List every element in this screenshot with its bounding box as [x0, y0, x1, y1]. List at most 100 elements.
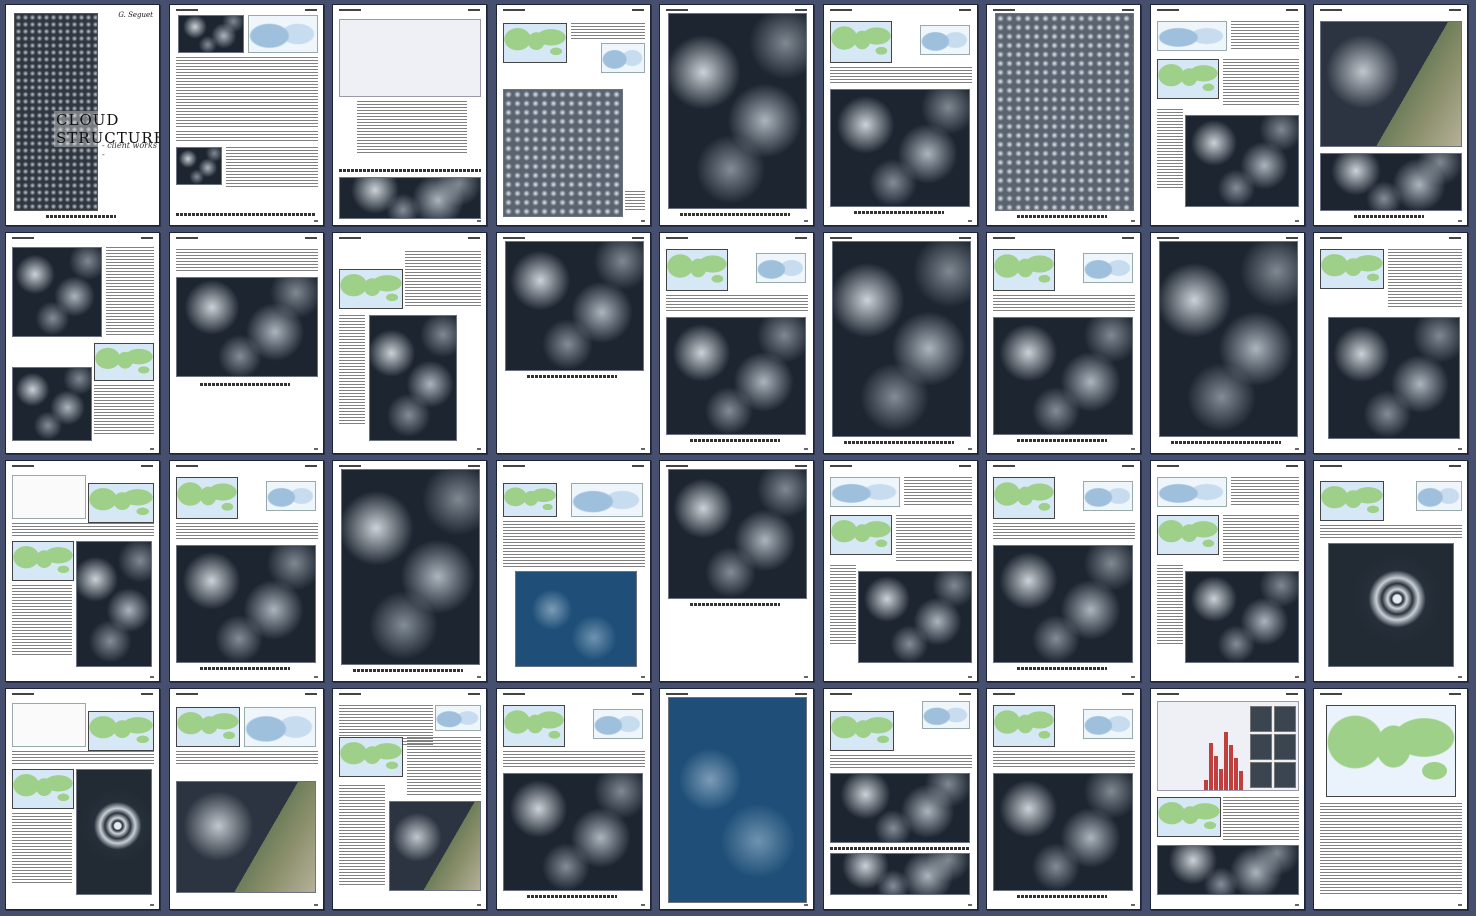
page-thumbnail-30[interactable]: [332, 688, 487, 910]
collage-thumb: [1274, 734, 1296, 760]
page-header: [339, 9, 480, 13]
header-left-mark: [993, 693, 1015, 695]
header-right-mark: [795, 237, 807, 239]
schematic-diagram: [244, 707, 316, 747]
world-map: [1157, 797, 1221, 837]
header-left-mark: [993, 465, 1015, 467]
header-right-mark: [1286, 465, 1298, 467]
body-text: [830, 755, 972, 769]
header-right-mark: [468, 237, 480, 239]
page-header: [503, 465, 644, 469]
page-thumbnail-34[interactable]: [986, 688, 1141, 910]
page-thumbnail-10[interactable]: [5, 232, 160, 454]
header-left-mark: [503, 693, 525, 695]
body-text: [1388, 249, 1462, 309]
page-number-mark: [804, 448, 808, 450]
page-thumbnail-29[interactable]: [169, 688, 324, 910]
cloud-image: [389, 801, 481, 891]
page-thumbnail-18[interactable]: [1313, 232, 1468, 454]
page-number-mark: [314, 220, 318, 222]
body-text: [1223, 797, 1299, 841]
schematic-diagram: [1083, 481, 1133, 511]
page-thumbnail-16[interactable]: [986, 232, 1141, 454]
cloud-image: [1185, 115, 1299, 207]
body-text: [1231, 21, 1299, 51]
header-right-mark: [959, 465, 971, 467]
page-thumbnail-23[interactable]: [659, 460, 814, 682]
page-header: [1157, 693, 1298, 697]
page-thumbnail-8[interactable]: [1150, 4, 1305, 226]
page-header: [666, 237, 807, 241]
world-map: [830, 515, 892, 555]
page-thumbnail-35[interactable]: [1150, 688, 1305, 910]
page-thumbnail-20[interactable]: [169, 460, 324, 682]
header-right-mark: [1286, 9, 1298, 11]
caption: [1354, 215, 1424, 218]
cloud-image: [993, 317, 1133, 435]
world-map: [1157, 59, 1219, 99]
header-right-mark: [305, 693, 317, 695]
schematic-diagram: [593, 709, 643, 739]
chart-panel: [12, 703, 86, 747]
body-text: [993, 523, 1135, 539]
page-thumbnail-22[interactable]: [496, 460, 651, 682]
page-thumbnail-4[interactable]: [496, 4, 651, 226]
schematic-diagram: [1157, 477, 1227, 507]
page-thumbnail-31[interactable]: [496, 688, 651, 910]
page-thumbnail-2[interactable]: [169, 4, 324, 226]
page-number-mark: [641, 904, 645, 906]
page-number-mark: [804, 220, 808, 222]
page-thumbnail-36[interactable]: [1313, 688, 1468, 910]
page-header: [176, 237, 317, 241]
header-left-mark: [176, 693, 198, 695]
dark-cloud-image: [12, 247, 102, 337]
caption: [353, 669, 463, 672]
header-left-mark: [339, 465, 361, 467]
body-text: [503, 751, 645, 767]
page-thumbnail-5[interactable]: [659, 4, 814, 226]
page-thumbnail-21[interactable]: [332, 460, 487, 682]
footer-caption: [176, 213, 316, 216]
page-thumbnail-32[interactable]: [659, 688, 814, 910]
page-thumbnail-28[interactable]: [5, 688, 160, 910]
page-number-mark: [968, 448, 972, 450]
page-thumbnail-14[interactable]: [659, 232, 814, 454]
world-map: [830, 711, 894, 751]
page-thumbnail-24[interactable]: [823, 460, 978, 682]
world-map: [1157, 515, 1219, 555]
body-text: [571, 23, 645, 41]
page-thumbnail-15[interactable]: [823, 232, 978, 454]
page-thumbnail-6[interactable]: [823, 4, 978, 226]
top-cloud-image: [178, 15, 244, 53]
cloud-image: [76, 769, 152, 895]
page-header: [1320, 465, 1461, 469]
page-thumbnail-19[interactable]: [5, 460, 160, 682]
page-thumbnail-9[interactable]: [1313, 4, 1468, 226]
page-thumbnail-26[interactable]: [1150, 460, 1305, 682]
page-thumbnail-27[interactable]: [1313, 460, 1468, 682]
page-thumbnail-1[interactable]: CLOUD STRUCTURES- client works -G. Segue…: [5, 4, 160, 226]
page-thumbnail-12[interactable]: [332, 232, 487, 454]
schematic-diagram: [920, 25, 970, 55]
page-header: [339, 693, 480, 697]
page-thumbnail-25[interactable]: [986, 460, 1141, 682]
cloud-image: [858, 571, 972, 663]
cloud-image: [1328, 317, 1460, 439]
page-thumbnail-13[interactable]: [496, 232, 651, 454]
page-thumbnail-11[interactable]: [169, 232, 324, 454]
page-thumbnail-7[interactable]: [986, 4, 1141, 226]
page-thumbnail-33[interactable]: [823, 688, 978, 910]
page-thumbnail-17[interactable]: [1150, 232, 1305, 454]
page-number-mark: [1295, 448, 1299, 450]
header-left-mark: [830, 693, 852, 695]
page-thumbnail-3[interactable]: [332, 4, 487, 226]
body-text: [503, 521, 645, 567]
header-right-mark: [1449, 237, 1461, 239]
cloud-image-1: [830, 773, 970, 843]
body-text: [993, 295, 1135, 311]
header-left-mark: [666, 693, 688, 695]
image-collage: [339, 19, 481, 97]
schematic-diagram: [1083, 253, 1133, 283]
header-left-mark: [339, 693, 361, 695]
page-header: [176, 465, 317, 469]
